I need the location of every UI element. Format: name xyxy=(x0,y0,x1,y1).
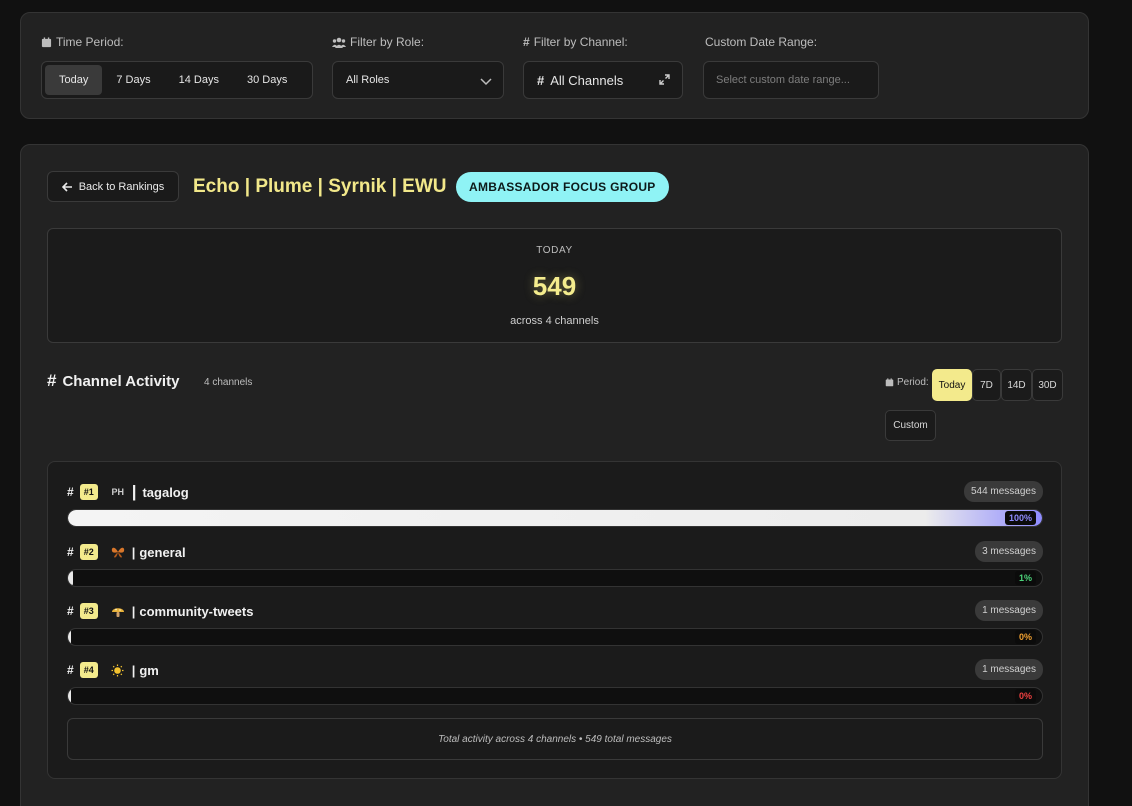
message-count: 544 messages xyxy=(963,481,1043,502)
channel-row: # #3 | community-tweets 1 messages 0% xyxy=(67,600,1043,646)
time-period-segmented: Today 7 Days 14 Days 30 Days xyxy=(41,61,313,99)
role-select[interactable]: All Roles xyxy=(332,61,504,99)
rank-badge: #3 xyxy=(79,603,98,619)
total-activity-note: Total activity across 4 channels • 549 t… xyxy=(67,718,1043,760)
channel-separator: | xyxy=(131,482,137,501)
hash-icon: # xyxy=(47,371,57,390)
mushroom-icon xyxy=(110,603,126,619)
activity-bar-fill xyxy=(68,629,71,645)
percent-label: 0% xyxy=(1014,689,1036,703)
activity-bar-fill xyxy=(68,570,74,586)
time-period-30-days[interactable]: 30 Days xyxy=(233,65,301,95)
date-range-input[interactable] xyxy=(703,61,879,99)
channel-separator: | xyxy=(131,544,136,560)
time-period-14-days[interactable]: 14 Days xyxy=(165,65,233,95)
hash-icon: # xyxy=(537,72,545,88)
hash-icon: # xyxy=(67,485,74,499)
channel-activity-title: # Channel Activity xyxy=(47,371,180,390)
philippines-flag-icon: PH xyxy=(111,487,124,497)
time-period-label: Time Period: xyxy=(41,35,124,49)
channel-name: community-tweets xyxy=(139,603,254,619)
time-period-7-days[interactable]: 7 Days xyxy=(102,65,164,95)
back-to-rankings-button[interactable]: Back to Rankings xyxy=(47,171,179,202)
calendar-icon xyxy=(41,36,52,47)
stat-period-label: TODAY xyxy=(536,245,573,256)
period-7d-button[interactable]: 7D xyxy=(972,369,1001,401)
hash-icon: # xyxy=(523,35,530,49)
period-14d-button[interactable]: 14D xyxy=(1001,369,1032,401)
stat-subtitle: across 4 channels xyxy=(510,315,599,327)
rank-badge: #1 xyxy=(79,484,98,500)
group-title: Echo | Plume | Syrnik | EWU xyxy=(193,176,447,197)
time-period-today[interactable]: Today xyxy=(45,65,103,95)
activity-bar: 100% xyxy=(67,509,1043,527)
channel-row: # #4 | gm 1 messages 0% xyxy=(67,659,1043,705)
channel-select[interactable]: # All Channels xyxy=(523,61,683,99)
role-filter-label: Filter by Role: xyxy=(332,35,424,49)
activity-bar: 1% xyxy=(67,569,1043,587)
message-count: 1 messages xyxy=(975,600,1043,621)
percent-label: 100% xyxy=(1004,511,1036,525)
stat-total-value: 549 xyxy=(532,271,577,301)
group-type-badge: AMBASSADOR FOCUS GROUP xyxy=(456,172,669,202)
detail-panel: Back to Rankings Echo | Plume | Syrnik |… xyxy=(20,144,1089,806)
channel-name: tagalog xyxy=(142,484,189,500)
period-label: Period: xyxy=(885,377,929,388)
channel-name: general xyxy=(139,544,186,560)
sun-icon xyxy=(110,662,126,678)
calendar-icon xyxy=(885,378,894,387)
channel-separator: | xyxy=(131,603,136,619)
filter-panel: Time Period: Today 7 Days 14 Days 30 Day… xyxy=(20,12,1089,119)
channel-filter-label: # Filter by Channel: xyxy=(523,35,628,49)
rank-badge: #4 xyxy=(79,662,98,678)
activity-bar-fill xyxy=(68,510,1042,526)
channel-separator: | xyxy=(131,662,136,678)
period-30d-button[interactable]: 30D xyxy=(1032,369,1063,401)
hash-icon: # xyxy=(67,545,74,559)
activity-bar-fill xyxy=(68,688,71,704)
chevron-down-icon xyxy=(480,78,492,86)
hash-icon: # xyxy=(67,604,74,618)
butterfly-icon xyxy=(110,544,126,560)
arrow-left-icon xyxy=(61,181,72,192)
channel-count: 4 channels xyxy=(204,377,253,388)
message-count: 3 messages xyxy=(975,541,1043,562)
activity-bar: 0% xyxy=(67,687,1043,705)
total-stat-card: TODAY 549 across 4 channels xyxy=(47,228,1062,343)
period-today-button[interactable]: Today xyxy=(932,369,972,401)
channel-row: # #2 | general 3 messages 1% xyxy=(67,541,1043,587)
hash-icon: # xyxy=(67,663,74,677)
users-icon xyxy=(332,37,346,48)
channel-name: gm xyxy=(139,662,159,678)
percent-label: 1% xyxy=(1014,571,1036,585)
message-count: 1 messages xyxy=(975,659,1043,680)
expand-icon xyxy=(659,74,670,85)
rank-badge: #2 xyxy=(79,544,98,560)
channel-row: # #1 PH | tagalog 544 messages 100% xyxy=(67,481,1043,527)
percent-label: 0% xyxy=(1014,630,1036,644)
period-custom-button[interactable]: Custom xyxy=(885,410,936,441)
date-range-label: Custom Date Range: xyxy=(705,35,818,49)
channel-list: # #1 PH | tagalog 544 messages 100% # #2… xyxy=(47,461,1062,779)
activity-bar: 0% xyxy=(67,628,1043,646)
